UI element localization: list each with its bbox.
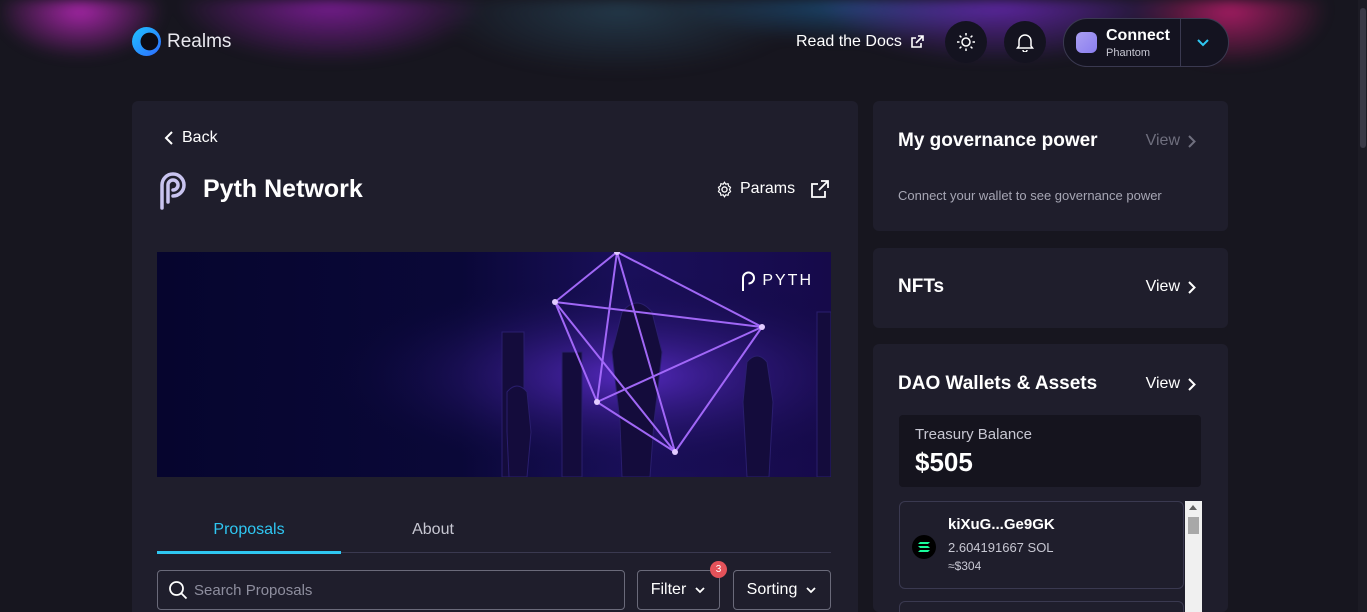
assets-view-label: View: [1145, 375, 1180, 392]
chevron-left-icon: [164, 131, 173, 145]
sorting-label: Sorting: [746, 581, 798, 598]
params-label: Params: [740, 180, 796, 197]
treasury-balance-label: Treasury Balance: [915, 426, 1032, 443]
phantom-icon: [1076, 32, 1097, 53]
realms-logo[interactable]: Realms: [132, 27, 231, 56]
logo-text: Realms: [167, 30, 232, 52]
connect-wallet-button[interactable]: Connect Phantom: [1063, 18, 1229, 67]
pyth-logo-icon: [160, 172, 186, 210]
treasury-balance-box: Treasury Balance $505: [899, 415, 1201, 487]
connect-label: Connect: [1106, 26, 1170, 44]
chevron-right-icon: [1188, 134, 1196, 148]
dao-title: Pyth Network: [203, 174, 363, 203]
banner-brand-text: PYTH: [762, 272, 813, 289]
banner-artwork: [157, 252, 831, 477]
solana-icon: [912, 535, 936, 559]
wallet-item[interactable]: [899, 601, 1184, 612]
dao-wallets-card: DAO Wallets & Assets View Treasury Balan…: [873, 344, 1228, 612]
page-scrollbar-thumb[interactable]: [1360, 8, 1366, 148]
read-docs-link[interactable]: Read the Docs: [796, 33, 924, 51]
gear-icon: [717, 180, 732, 198]
scroll-up-arrow-icon[interactable]: [1189, 505, 1197, 510]
wallet-usd-amount: ≈$304: [948, 559, 982, 573]
back-label: Back: [182, 129, 218, 146]
external-link-icon: [911, 35, 924, 48]
nfts-view-label: View: [1145, 278, 1180, 295]
search-proposals-input[interactable]: [194, 581, 614, 599]
governance-view-link[interactable]: View: [1146, 132, 1196, 150]
chevron-down-icon: [695, 587, 705, 594]
wallet-item[interactable]: kiXuG...Ge9GK 2.604191667 SOL ≈$304: [899, 501, 1184, 589]
governance-power-card: My governance power View Connect your wa…: [873, 101, 1228, 231]
wallet-provider-label: Phantom: [1106, 46, 1151, 59]
sun-icon: [957, 33, 975, 51]
nfts-card-title: NFTs: [898, 276, 945, 297]
filter-label: Filter: [650, 581, 687, 598]
treasury-balance-amount: $505: [915, 447, 973, 477]
bell-icon: [1016, 34, 1034, 52]
filter-button[interactable]: Filter: [637, 570, 720, 610]
dao-banner-image: PYTH: [157, 252, 831, 477]
chevron-right-icon: [1188, 377, 1196, 391]
wallet-list-scrollbar-thumb[interactable]: [1188, 517, 1199, 534]
dao-tabs: Proposals About: [157, 507, 831, 554]
notifications-button[interactable]: [1004, 21, 1046, 63]
governance-view-label: View: [1145, 132, 1180, 149]
connect-divider: [1180, 19, 1181, 66]
tab-about[interactable]: About: [341, 521, 525, 539]
sorting-button[interactable]: Sorting: [733, 570, 831, 610]
nfts-card: NFTs View: [873, 248, 1228, 328]
pyth-mark-icon: [742, 271, 756, 291]
back-button[interactable]: Back: [164, 129, 218, 147]
search-icon: [169, 581, 188, 600]
theme-toggle-button[interactable]: [945, 21, 987, 63]
tab-proposals[interactable]: Proposals: [157, 521, 341, 539]
search-proposals-field[interactable]: [157, 570, 625, 610]
wallet-sol-amount: 2.604191667 SOL: [948, 540, 1054, 555]
assets-view-link[interactable]: View: [1146, 375, 1196, 393]
page-scrollbar[interactable]: [1358, 0, 1367, 612]
params-button[interactable]: Params: [716, 180, 795, 198]
filter-count-badge: 3: [710, 561, 727, 578]
external-link-icon[interactable]: [811, 180, 829, 198]
governance-card-desc: Connect your wallet to see governance po…: [898, 188, 1162, 203]
wallet-name: kiXuG...Ge9GK: [948, 516, 1055, 533]
realms-logo-icon: [132, 27, 161, 56]
read-docs-label: Read the Docs: [796, 33, 902, 50]
chevron-down-icon: [806, 587, 816, 594]
nfts-view-link[interactable]: View: [1146, 278, 1196, 296]
chevron-right-icon: [1188, 280, 1196, 294]
assets-card-title: DAO Wallets & Assets: [898, 373, 1098, 394]
governance-card-title: My governance power: [898, 130, 1098, 151]
wallet-list-scrollbar[interactable]: [1185, 501, 1202, 612]
chevron-down-icon[interactable]: [1195, 34, 1211, 50]
active-tab-indicator: [157, 551, 341, 554]
banner-brand: PYTH: [740, 270, 813, 292]
dao-header: Pyth Network: [156, 168, 363, 210]
